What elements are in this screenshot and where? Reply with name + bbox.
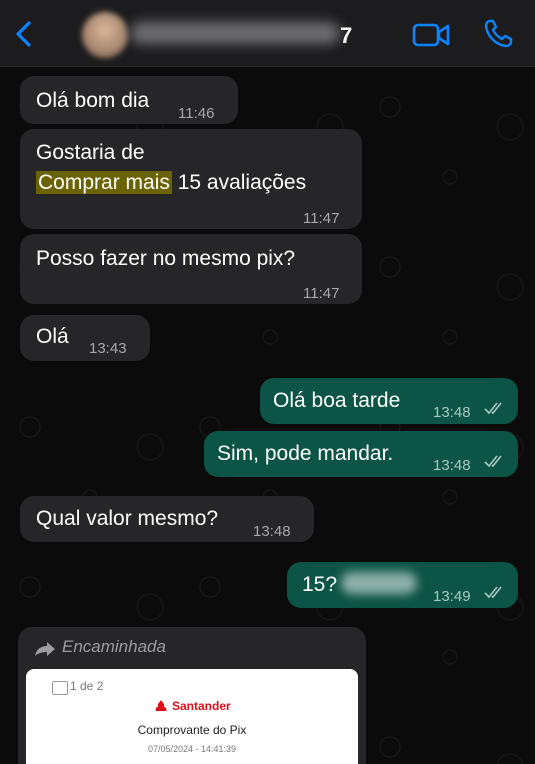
chevron-left-icon[interactable] [12,20,34,48]
chat-header: 7 [0,0,535,67]
message-text: Sim, pode mandar. [217,442,394,465]
phone-icon[interactable] [482,18,514,50]
forward-arrow-icon [35,642,55,656]
forwarded-message[interactable]: Encaminhada 1 de 2 Santander Comprovante… [18,627,366,764]
message-bubble-outgoing[interactable]: Olá boa tarde 13:48 [260,378,518,424]
forwarded-label: Encaminhada [62,637,166,656]
message-text: Olá boa tarde [273,389,401,412]
message-time: 13:48 [253,523,291,540]
contact-name-redacted[interactable] [130,22,340,44]
read-receipt-icon [484,455,502,468]
message-text-rest: 15 avaliações [171,171,307,194]
message-bubble-outgoing[interactable]: Sim, pode mandar. 13:48 [204,431,518,477]
message-time: 11:46 [178,105,215,122]
message-bubble-incoming[interactable]: Posso fazer no mesmo pix? 11:47 [20,234,362,304]
redacted-value [341,572,417,594]
document-page-count: 1 de 2 [70,679,104,693]
chat-area[interactable]: Olá bom dia 11:46 Gostaria de Comprar ma… [0,67,535,764]
message-time: 13:49 [433,588,471,605]
document-title: Comprovante do Pix [137,723,247,737]
santander-flame-icon [155,700,167,711]
video-camera-icon[interactable] [412,22,450,48]
message-text: Olá [36,325,69,348]
read-receipt-icon [484,586,502,599]
message-text: Qual valor mesmo? [36,507,219,530]
message-time: 13:48 [433,404,471,421]
message-time: 13:43 [89,340,127,357]
message-bubble-incoming[interactable]: Gostaria de Comprar mais 15 avaliações 1… [20,129,362,229]
search-highlight: Comprar mais [36,171,172,194]
message-text-line1: Gostaria de [36,141,145,164]
document-preview[interactable]: 1 de 2 Santander Comprovante do Pix 07/0… [26,669,358,764]
message-time: 11:47 [303,285,340,302]
message-text: Olá bom dia [36,89,150,112]
document-date: 07/05/2024 - 14:41:39 [147,744,237,754]
message-time: 11:47 [303,210,340,227]
message-bubble-incoming[interactable]: Olá 13:43 [20,315,150,361]
pages-icon [52,681,68,695]
bank-name: Santander [172,699,231,713]
message-text-line2: Comprar mais 15 avaliações [36,169,306,196]
message-text: Posso fazer no mesmo pix? [36,247,296,270]
message-bubble-outgoing[interactable]: 15? 13:49 [287,562,518,608]
read-receipt-icon [484,402,502,415]
message-bubble-incoming[interactable]: Olá bom dia 11:46 [20,76,238,124]
message-text: 15? [302,573,338,596]
message-bubble-incoming[interactable]: Qual valor mesmo? 13:48 [20,496,314,542]
message-time: 13:48 [433,457,471,474]
avatar[interactable] [82,12,128,58]
contact-name-suffix: 7 [340,23,353,48]
